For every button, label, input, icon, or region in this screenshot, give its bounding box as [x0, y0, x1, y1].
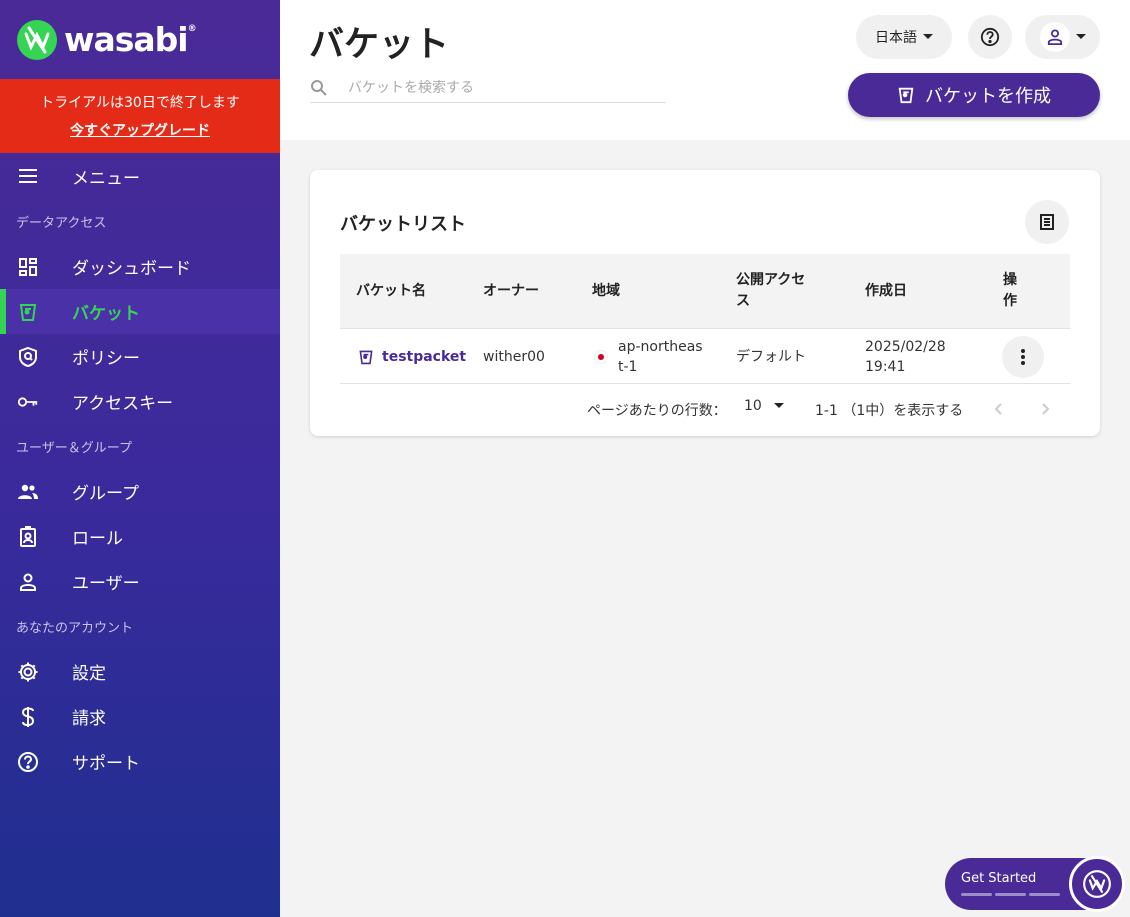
- bucket-name: testpacket: [382, 348, 467, 365]
- page-range-text: 1-1 （1中）を表示する: [815, 403, 964, 419]
- language-label: 日本語: [875, 30, 917, 46]
- help-circle-icon: [980, 27, 1000, 47]
- sidebar-item-label: サポート: [72, 754, 140, 774]
- sidebar-item-label: 請求: [72, 709, 106, 729]
- column-header-owner[interactable]: オーナー: [483, 254, 543, 328]
- policy-shield-icon: [19, 346, 37, 367]
- sidebar-item-groups[interactable]: グループ: [0, 469, 280, 514]
- user-icon: [1047, 29, 1062, 45]
- pagination: ページあたりの行数： 10 1-1 （1中）を表示する: [340, 390, 1070, 428]
- sidebar-item-label: ロール: [72, 529, 123, 549]
- sidebar-item-settings[interactable]: 設定: [0, 649, 280, 694]
- bucket-search[interactable]: [310, 73, 666, 103]
- sidebar-item-label: バケット: [72, 304, 140, 324]
- sidebar-item-label: グループ: [72, 484, 139, 504]
- cell-owner: wither00: [483, 348, 545, 365]
- page-header: バケット 日本語 バケットを作成: [280, 0, 1130, 140]
- cell-actions: [1002, 329, 1044, 384]
- rows-per-page-label: ページあたりの行数：: [587, 403, 727, 419]
- wasabi-logo[interactable]: wasabi®: [0, 0, 280, 79]
- caret-down-icon: [923, 34, 933, 39]
- trial-message: トライアルは30日で終了します: [40, 95, 240, 111]
- row-actions-button[interactable]: [1002, 335, 1044, 378]
- sidebar-item-label: アクセスキー: [72, 394, 174, 414]
- create-bucket-button[interactable]: バケットを作成: [848, 73, 1100, 117]
- chevron-left-icon[interactable]: [995, 403, 1003, 415]
- table-header: バケット名 オーナー 地域 公開アクセス 作成日 操作: [340, 254, 1070, 328]
- sidebar-item-policies[interactable]: ポリシー: [0, 334, 280, 379]
- menu-toggle[interactable]: メニュー: [0, 153, 280, 199]
- language-selector[interactable]: 日本語: [856, 15, 952, 59]
- gear-icon: [18, 662, 38, 681]
- section-your-account: あなたのアカウント: [16, 621, 134, 636]
- search-input[interactable]: [348, 79, 648, 96]
- wasabi-help-launcher[interactable]: [1069, 856, 1125, 912]
- rows-per-page-select[interactable]: 10: [744, 398, 784, 414]
- sidebar-item-dashboard[interactable]: ダッシュボード: [0, 244, 280, 289]
- bucket-list-title: バケットリスト: [340, 214, 466, 235]
- sidebar-item-billing[interactable]: 請求: [0, 694, 280, 739]
- region-text: ap-northeast-1: [618, 338, 703, 375]
- chevron-right-icon[interactable]: [1041, 403, 1049, 415]
- sidebar-item-access-keys[interactable]: アクセスキー: [0, 379, 280, 424]
- wasabi-logo-icon: [1083, 870, 1111, 898]
- caret-down-icon: [773, 403, 784, 408]
- user-menu-button[interactable]: [1025, 15, 1100, 59]
- sidebar-item-label: ポリシー: [72, 349, 140, 369]
- created-time: 19:41: [865, 358, 906, 375]
- rows-per-page-value: 10: [744, 398, 762, 414]
- hamburger-icon: [19, 169, 37, 183]
- column-header-actions: 操作: [1003, 272, 1017, 309]
- sidebar-item-label: ユーザー: [72, 574, 140, 594]
- more-vertical-icon: [1021, 348, 1025, 365]
- upgrade-now-link[interactable]: 今すぐアップグレード: [70, 120, 210, 140]
- user-icon: [20, 573, 36, 591]
- sidebar: wasabi® トライアルは30日で終了します 今すぐアップグレード メニュー …: [0, 0, 280, 917]
- table-row[interactable]: testpacket wither00 ap-northeast-1 デフォルト…: [340, 328, 1070, 384]
- column-header-region[interactable]: 地域: [592, 254, 692, 328]
- sidebar-item-label: 設定: [72, 664, 106, 684]
- section-users-groups: ユーザー＆グループ: [16, 441, 132, 456]
- role-badge-icon: [20, 525, 36, 547]
- section-data-access: データアクセス: [16, 216, 107, 231]
- cell-region: ap-northeast-1: [594, 329, 724, 384]
- bucket-list-card: バケットリスト バケット名 オーナー 地域 公開アクセス 作成日 操作 test…: [310, 170, 1100, 436]
- column-header-bucket-name[interactable]: バケット名: [356, 254, 436, 328]
- get-started-progress: [961, 893, 1060, 896]
- column-header-public-access[interactable]: 公開アクセス: [736, 254, 816, 328]
- cell-public-access: デフォルト: [736, 348, 806, 365]
- bucket-icon: [898, 87, 914, 104]
- trial-banner: トライアルは30日で終了します 今すぐアップグレード: [0, 79, 280, 153]
- column-header-created-date[interactable]: 作成日: [865, 254, 965, 328]
- sidebar-item-buckets[interactable]: バケット: [0, 289, 280, 334]
- bucket-link[interactable]: testpacket: [358, 347, 466, 367]
- dashboard-icon: [19, 257, 37, 276]
- caret-down-icon: [1075, 34, 1086, 39]
- menu-label: メニュー: [72, 168, 140, 189]
- cell-created-date: 2025/02/28 19:41: [865, 329, 946, 384]
- create-bucket-label: バケットを作成: [925, 86, 1051, 107]
- japan-flag-icon: [594, 349, 608, 364]
- help-button[interactable]: [968, 15, 1012, 59]
- wasabi-logo-icon: [17, 19, 57, 60]
- dollar-icon: [21, 706, 35, 727]
- sidebar-item-users[interactable]: ユーザー: [0, 559, 280, 604]
- bucket-icon: [19, 303, 37, 321]
- page-title: バケット: [309, 25, 450, 65]
- sidebar-item-roles[interactable]: ロール: [0, 514, 280, 559]
- bucket-icon: [359, 350, 373, 364]
- wasabi-wordmark: wasabi®: [64, 20, 197, 59]
- avatar: [1039, 22, 1070, 52]
- column-settings-button[interactable]: [1025, 200, 1069, 244]
- cell-bucket-name: testpacket: [358, 329, 466, 384]
- view-columns-icon: [1040, 214, 1054, 230]
- key-icon: [17, 396, 38, 407]
- group-icon: [18, 484, 38, 499]
- help-circle-icon: [18, 751, 38, 772]
- sidebar-item-support[interactable]: サポート: [0, 739, 280, 784]
- search-icon: [311, 79, 327, 96]
- created-date: 2025/02/28: [865, 338, 946, 355]
- get-started-label: Get Started: [961, 871, 1037, 886]
- sidebar-item-label: ダッシュボード: [72, 259, 191, 279]
